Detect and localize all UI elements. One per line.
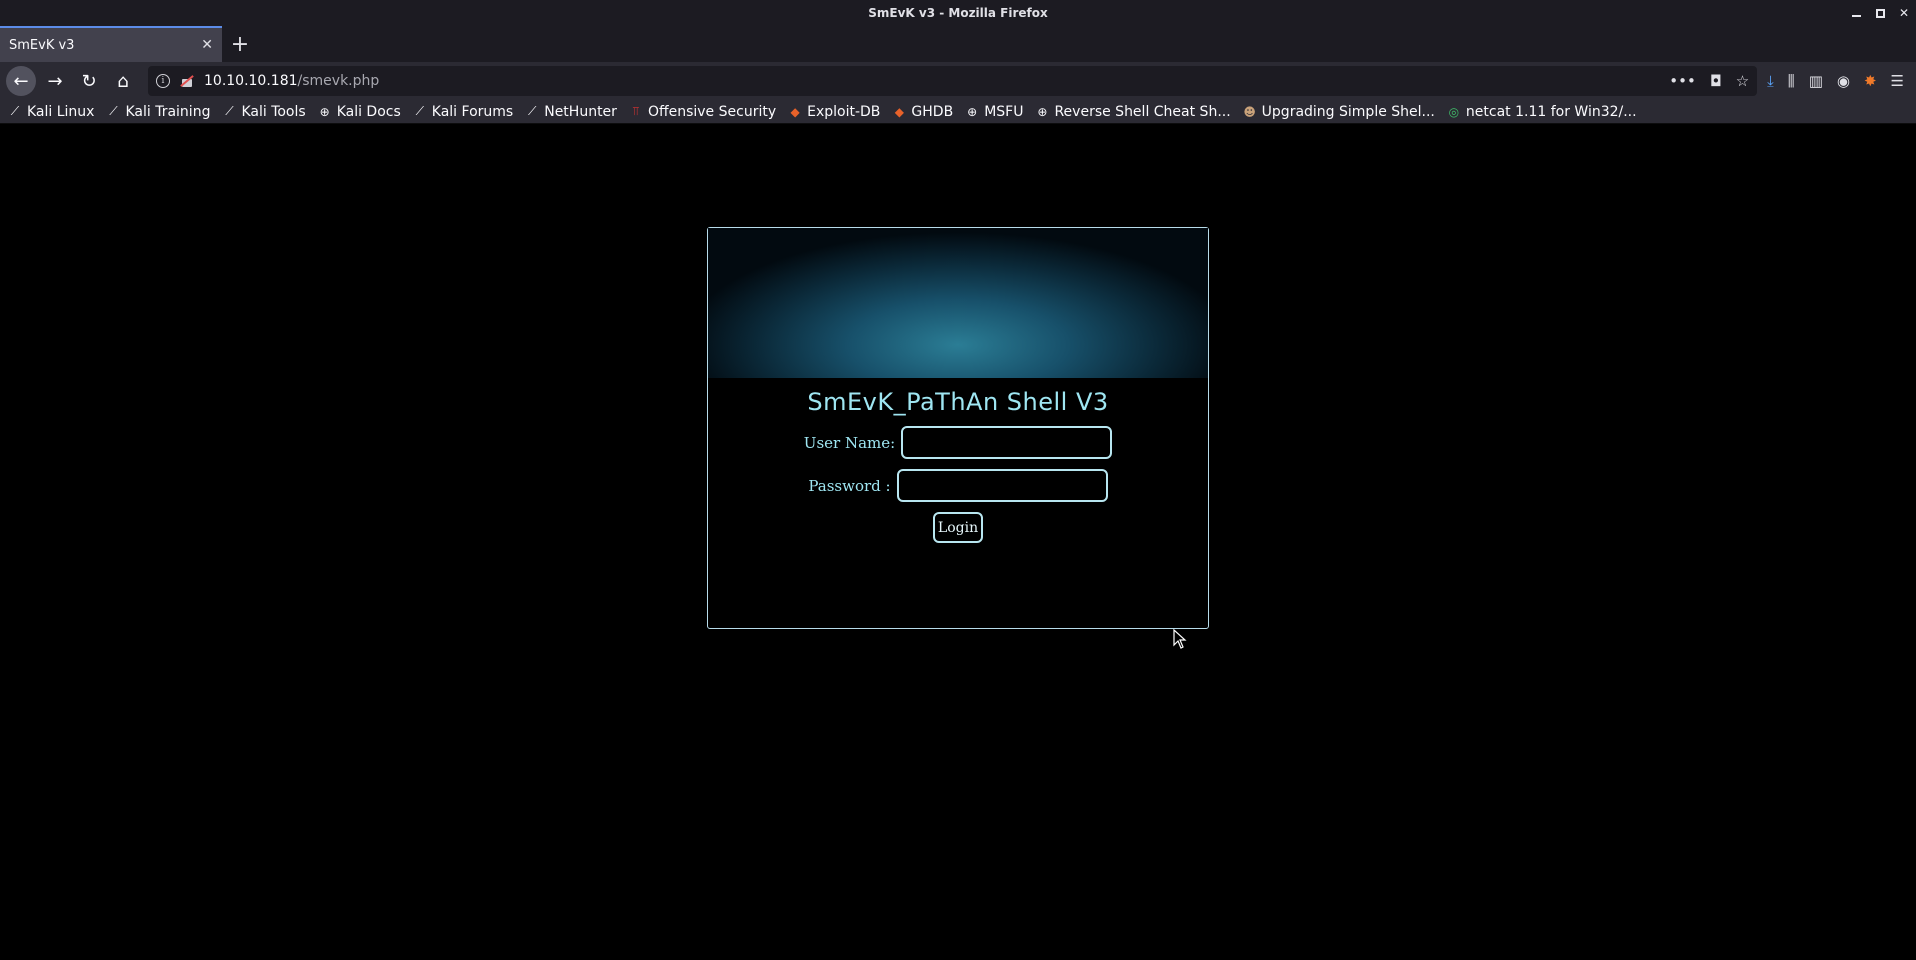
avatar-icon: ☻ <box>1243 104 1256 119</box>
home-button[interactable]: ⌂ <box>108 66 138 96</box>
maximize-button[interactable] <box>1874 7 1886 19</box>
bookmark-nethunter[interactable]: ⟋ NetHunter <box>525 104 617 120</box>
url-bar[interactable]: i 10.10.10.181/smevk.php ••• ◘ ☆ <box>148 66 1758 96</box>
kali-dragon-icon: ⟋ <box>10 104 20 118</box>
insecure-lock-icon[interactable] <box>180 74 194 88</box>
menu-icon[interactable]: ☰ <box>1891 72 1904 90</box>
bookmark-reverse-shell-cheat-sheet[interactable]: ⊕ Reverse Shell Cheat Sh... <box>1035 104 1230 120</box>
tab-smevk[interactable]: SmEvK v3 ✕ <box>0 26 222 62</box>
username-row: User Name: <box>708 426 1208 459</box>
kali-dragon-icon: ⟋ <box>225 104 234 118</box>
minimize-button[interactable] <box>1850 7 1862 19</box>
login-button[interactable]: Login <box>933 512 983 543</box>
login-panel: SmEvK_PaThAn Shell V3 User Name: Passwor… <box>707 227 1209 629</box>
shell-title: SmEvK_PaThAn Shell V3 <box>807 388 1109 416</box>
bookmark-kali-tools[interactable]: ⟋ Kali Tools <box>222 104 305 120</box>
kali-dragon-icon: ⟋ <box>528 104 537 118</box>
kali-dragon-icon: ⟋ <box>109 104 118 118</box>
banner-image <box>708 228 1208 378</box>
library-icon[interactable]: ⫼ <box>1788 72 1795 90</box>
globe-icon: ⊕ <box>967 104 978 119</box>
login-form: User Name: Password : Login <box>708 426 1208 543</box>
navigation-toolbar: ← → ↻ ⌂ i 10.10.10.181/smevk.php ••• ◘ ☆… <box>0 62 1916 100</box>
sidebar-icon[interactable]: ▥ <box>1809 72 1823 90</box>
tab-title: SmEvK v3 <box>9 37 75 53</box>
bookmark-offensive-security[interactable]: ⫪ Offensive Security <box>629 104 777 120</box>
bookmark-msfu[interactable]: ⊕ MSFU <box>965 104 1023 120</box>
page-content: SmEvK_PaThAn Shell V3 User Name: Passwor… <box>0 125 1916 960</box>
bookmark-upgrading-simple-shells[interactable]: ☻ Upgrading Simple Shel... <box>1243 104 1434 120</box>
bookmark-exploit-db[interactable]: ◆ Exploit-DB <box>788 104 881 120</box>
bookmark-netcat[interactable]: ◎ netcat 1.11 for Win32/... <box>1447 104 1637 120</box>
bookmark-star-icon[interactable]: ☆ <box>1736 72 1749 90</box>
password-label: Password : <box>808 476 891 495</box>
back-button[interactable]: ← <box>6 66 36 96</box>
window-controls: ✕ <box>1850 0 1910 26</box>
window-title: SmEvK v3 - Mozilla Firefox <box>868 6 1048 20</box>
reload-button[interactable]: ↻ <box>74 66 104 96</box>
globe-icon: ⊕ <box>319 104 330 119</box>
password-input[interactable] <box>896 469 1108 502</box>
bookmarks-toolbar: ⟋ Kali Linux ⟋ Kali Training ⟋ Kali Tools ⊕… <box>0 100 1916 124</box>
mouse-cursor-icon <box>1173 629 1187 649</box>
close-tab-icon[interactable]: ✕ <box>201 37 213 53</box>
tab-bar: SmEvK v3 ✕ + <box>0 26 1916 62</box>
bookmark-kali-training[interactable]: ⟋ Kali Training <box>106 104 210 120</box>
username-input[interactable] <box>901 426 1113 459</box>
info-icon[interactable]: i <box>156 74 170 88</box>
bookmark-kali-forums[interactable]: ⟋ Kali Forums <box>413 104 514 120</box>
netcat-icon: ◎ <box>1448 104 1460 119</box>
new-tab-button[interactable]: + <box>222 26 258 62</box>
username-label: User Name: <box>803 433 896 452</box>
page-actions-icon[interactable]: ••• <box>1669 72 1696 90</box>
url-actions: ••• ◘ ☆ <box>1669 72 1749 90</box>
bookmark-kali-docs[interactable]: ⊕ Kali Docs <box>318 104 401 120</box>
toolbar-right: ⤓ ⫼ ▥ ◉ ✸ ☰ <box>1767 72 1910 90</box>
url-text[interactable]: 10.10.10.181/smevk.php <box>204 73 1659 89</box>
ghdb-icon: ◆ <box>894 104 905 119</box>
globe-icon: ⊕ <box>1037 104 1048 119</box>
window-titlebar: SmEvK v3 - Mozilla Firefox ✕ <box>0 0 1916 26</box>
extension-icon[interactable]: ✸ <box>1864 72 1877 90</box>
password-row: Password : <box>708 469 1208 502</box>
url-host: 10.10.10.181 <box>204 73 298 89</box>
bookmark-kali-linux[interactable]: ⟋ Kali Linux <box>8 104 95 120</box>
account-icon[interactable]: ◉ <box>1837 72 1850 90</box>
downloads-icon[interactable]: ⤓ <box>1767 72 1774 90</box>
offsec-icon: ⫪ <box>632 104 640 118</box>
bookmark-ghdb[interactable]: ◆ GHDB <box>892 104 953 120</box>
kali-dragon-icon: ⟋ <box>415 104 424 118</box>
exploit-db-icon: ◆ <box>790 104 800 119</box>
forward-button[interactable]: → <box>40 66 70 96</box>
url-path: /smevk.php <box>297 73 380 89</box>
pocket-icon[interactable]: ◘ <box>1710 72 1722 90</box>
close-window-button[interactable]: ✕ <box>1898 7 1910 19</box>
